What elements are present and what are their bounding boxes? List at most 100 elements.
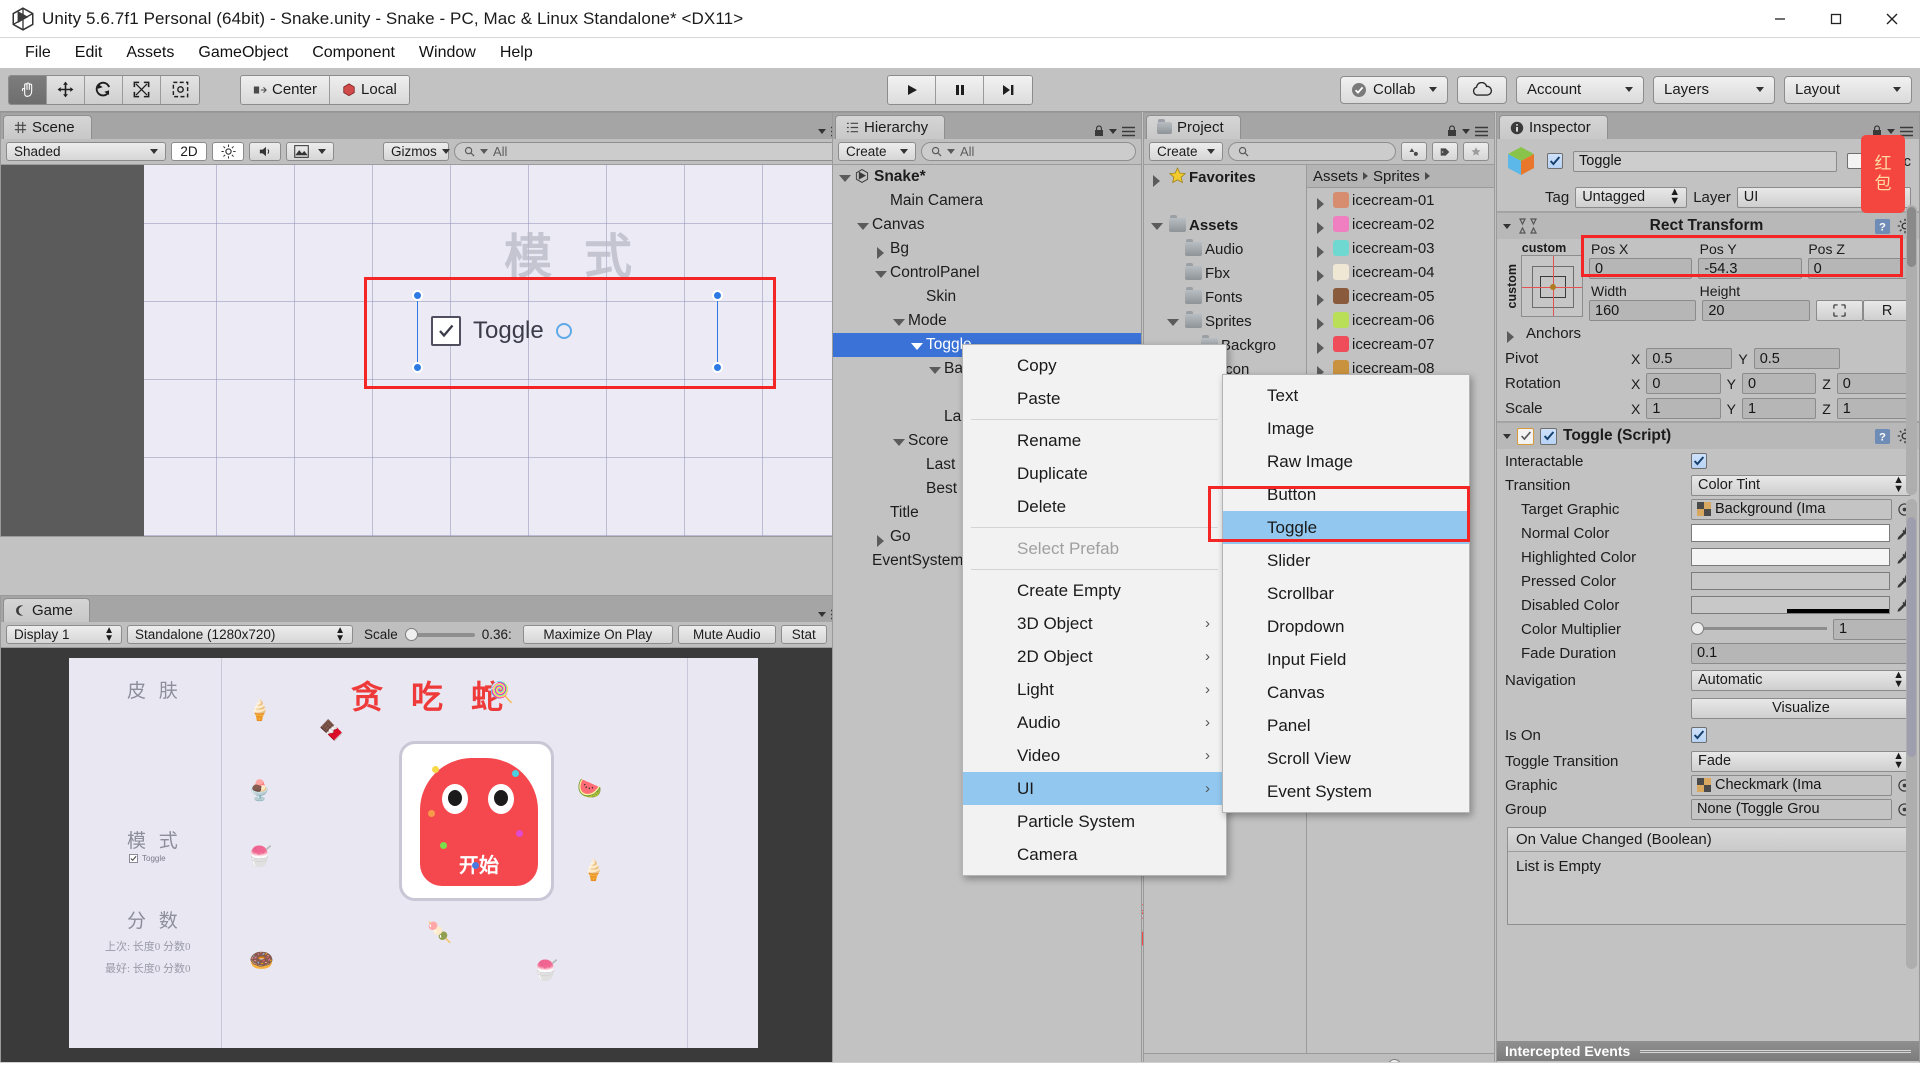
chevron-down-icon[interactable] bbox=[1167, 315, 1180, 328]
panel-menu-icon[interactable] bbox=[1475, 126, 1488, 137]
ui-submenu-item[interactable]: Panel bbox=[1223, 709, 1469, 742]
scale-x-field[interactable]: 1 bbox=[1646, 398, 1721, 419]
scene-toggle-checkbox[interactable] bbox=[431, 316, 461, 346]
stats-button[interactable]: Stat bbox=[780, 625, 827, 644]
rect-transform-header[interactable]: Rect Transform ? bbox=[1497, 212, 1919, 239]
project-tree-row[interactable]: Fbx bbox=[1144, 261, 1306, 285]
blueprint-mode-button[interactable] bbox=[1815, 300, 1864, 321]
chevron-down-icon[interactable] bbox=[893, 315, 906, 328]
pivot-y-field[interactable]: 0.5 bbox=[1753, 348, 1840, 369]
project-tree-row[interactable]: Fonts bbox=[1144, 285, 1306, 309]
ui-submenu-item[interactable]: Image bbox=[1223, 412, 1469, 445]
hierarchy-row[interactable]: Skin bbox=[833, 285, 1141, 309]
gizmo-handle-bl[interactable] bbox=[412, 362, 423, 373]
context-menu-item[interactable]: Video › bbox=[963, 739, 1226, 772]
shading-mode-dropdown[interactable]: Shaded bbox=[6, 142, 166, 161]
maximize-button[interactable] bbox=[1808, 0, 1864, 38]
menu-help[interactable]: Help bbox=[489, 41, 544, 65]
context-menu-item[interactable]: Delete bbox=[963, 490, 1226, 523]
fade-duration-field[interactable]: 0.1 bbox=[1691, 642, 1911, 664]
project-tree-row[interactable]: Audio bbox=[1144, 237, 1306, 261]
project-asset-row[interactable]: icecream-01 bbox=[1307, 188, 1494, 212]
chevron-right-icon[interactable] bbox=[1315, 242, 1328, 258]
chevron-down-icon[interactable] bbox=[857, 219, 870, 232]
hierarchy-create-button[interactable]: Create bbox=[838, 142, 916, 161]
filter-by-label-button[interactable] bbox=[1432, 142, 1458, 161]
project-assets-container[interactable]: icecream-01 icecream-02 icecream-03 icecrea… bbox=[1307, 188, 1494, 380]
context-menu-item[interactable]: 3D Object › bbox=[963, 607, 1226, 640]
menu-edit[interactable]: Edit bbox=[64, 41, 114, 65]
project-asset-row[interactable]: icecream-04 bbox=[1307, 260, 1494, 284]
chevron-right-icon[interactable] bbox=[875, 531, 888, 547]
project-asset-row[interactable]: icecream-07 bbox=[1307, 332, 1494, 356]
width-field[interactable]: 160 bbox=[1589, 300, 1697, 321]
tag-dropdown[interactable]: Untagged ▲ ▼ bbox=[1575, 186, 1688, 208]
chevron-down-icon[interactable] bbox=[818, 129, 826, 134]
chevron-down-icon[interactable] bbox=[1887, 128, 1895, 134]
height-field[interactable]: 20 bbox=[1702, 300, 1810, 321]
ui-submenu-item[interactable]: Button bbox=[1223, 478, 1469, 511]
scale-slider-group[interactable]: Scale 0.36: bbox=[358, 627, 518, 642]
normal-color-swatch[interactable] bbox=[1691, 524, 1890, 542]
chevron-down-icon[interactable] bbox=[875, 267, 888, 280]
ui-submenu-item[interactable]: Toggle bbox=[1223, 511, 1469, 544]
project-asset-row[interactable]: icecream-02 bbox=[1307, 212, 1494, 236]
hierarchy-row[interactable]: Bg bbox=[833, 237, 1141, 261]
anchors-row[interactable]: Anchors bbox=[1497, 321, 1919, 346]
gizmo-handle-tl[interactable] bbox=[412, 290, 423, 301]
target-graphic-field[interactable]: Background (Ima bbox=[1691, 498, 1892, 520]
account-button[interactable]: Account bbox=[1516, 75, 1644, 104]
context-menu-item[interactable]: Duplicate bbox=[963, 457, 1226, 490]
menu-window[interactable]: Window bbox=[408, 41, 487, 65]
gizmo-handle-tr[interactable] bbox=[712, 290, 723, 301]
lighting-toggle[interactable] bbox=[212, 142, 244, 161]
highlighted-color-swatch[interactable] bbox=[1691, 548, 1890, 566]
scene-search-input[interactable]: All bbox=[454, 142, 845, 161]
ui-submenu-item[interactable]: Canvas bbox=[1223, 676, 1469, 709]
hand-tool-button[interactable] bbox=[9, 75, 47, 104]
menu-assets[interactable]: Assets bbox=[115, 41, 185, 65]
scale-y-field[interactable]: 1 bbox=[1741, 398, 1817, 419]
red-packet-badge[interactable]: 红包 bbox=[1861, 135, 1905, 213]
play-button[interactable] bbox=[888, 75, 936, 104]
filter-by-type-button[interactable] bbox=[1401, 142, 1427, 161]
pos-y-field[interactable]: -54.3 bbox=[1698, 258, 1802, 279]
game-mode-toggle[interactable]: Toggle bbox=[129, 854, 166, 863]
menu-gameobject[interactable]: GameObject bbox=[187, 41, 299, 65]
object-name-field[interactable]: Toggle bbox=[1573, 150, 1838, 172]
step-button[interactable] bbox=[984, 75, 1032, 104]
chevron-down-icon[interactable] bbox=[1503, 223, 1511, 229]
context-menu-item[interactable]: Copy bbox=[963, 349, 1226, 382]
project-tree-row[interactable]: Favorites bbox=[1144, 165, 1306, 189]
ui-submenu-item[interactable]: Raw Image bbox=[1223, 445, 1469, 478]
ui-submenu-item[interactable]: Scroll View bbox=[1223, 742, 1469, 775]
hierarchy-row[interactable]: Mode bbox=[833, 309, 1141, 333]
panel-menu-icon[interactable] bbox=[1122, 126, 1135, 137]
navigation-dropdown[interactable]: Automatic ▲ ▼ bbox=[1691, 669, 1911, 691]
context-menu-item[interactable]: Rename bbox=[963, 424, 1226, 457]
chevron-down-icon[interactable] bbox=[911, 339, 924, 352]
layout-button[interactable]: Layout bbox=[1784, 75, 1912, 104]
chevron-right-icon[interactable] bbox=[1315, 314, 1328, 330]
ui-submenu-item[interactable]: Input Field bbox=[1223, 643, 1469, 676]
chevron-right-icon[interactable] bbox=[1151, 171, 1164, 187]
ui-submenu-item[interactable]: Scrollbar bbox=[1223, 577, 1469, 610]
scale-z-field[interactable]: 1 bbox=[1836, 398, 1911, 419]
gizmo-handle-br[interactable] bbox=[712, 362, 723, 373]
raw-edit-button[interactable]: R bbox=[1863, 300, 1911, 321]
pivot-mode-button[interactable]: Center bbox=[241, 75, 331, 104]
ui-submenu-item[interactable]: Event System bbox=[1223, 775, 1469, 808]
menu-component[interactable]: Component bbox=[301, 41, 406, 65]
rot-x-field[interactable]: 0 bbox=[1646, 373, 1721, 394]
tab-hierarchy[interactable]: Hierarchy bbox=[835, 115, 946, 139]
display-dropdown[interactable]: Display 1 ▲ ▼ bbox=[6, 625, 122, 644]
gizmos-dropdown[interactable]: Gizmos bbox=[383, 142, 450, 161]
aspect-dropdown[interactable]: Standalone (1280x720) ▲ ▼ bbox=[127, 625, 353, 644]
lock-icon[interactable] bbox=[1094, 125, 1104, 137]
context-menu-item[interactable]: Create Empty bbox=[963, 574, 1226, 607]
ui-submenu-item[interactable]: Dropdown bbox=[1223, 610, 1469, 643]
chevron-down-icon[interactable] bbox=[1462, 128, 1470, 134]
context-menu-item[interactable]: 2D Object › bbox=[963, 640, 1226, 673]
help-icon[interactable]: ? bbox=[1874, 218, 1891, 235]
project-tree-row[interactable]: Assets bbox=[1144, 213, 1306, 237]
